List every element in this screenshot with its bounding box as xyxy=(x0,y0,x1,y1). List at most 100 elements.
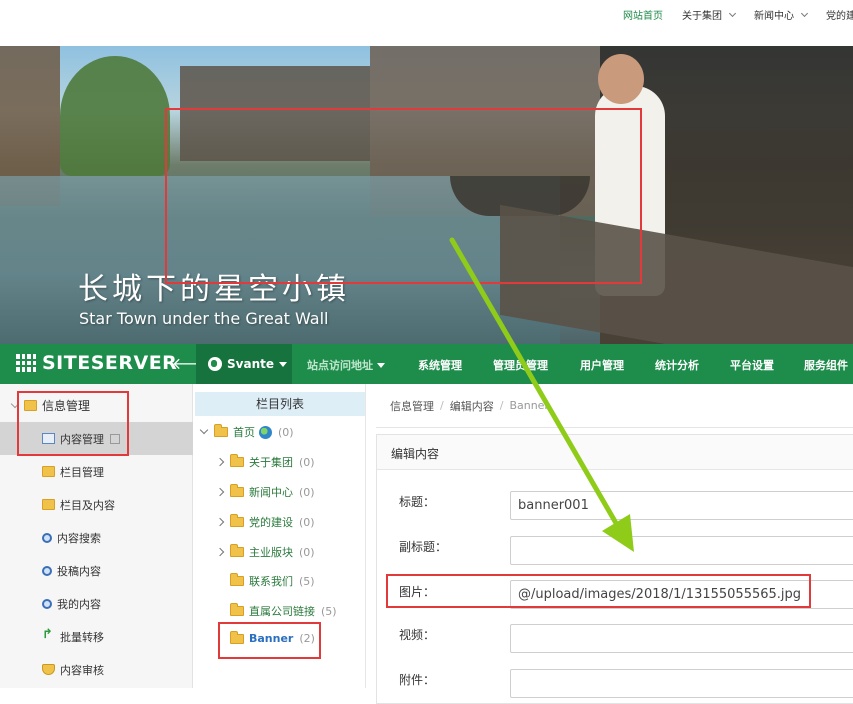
breadcrumb: 信息管理 / 编辑内容 / Banner xyxy=(376,384,853,428)
menu-stats[interactable]: 统计分析 xyxy=(655,357,699,373)
highlight-image-field xyxy=(386,574,811,608)
chevron-right-icon[interactable] xyxy=(215,547,225,557)
breadcrumb-separator: / xyxy=(499,399,504,412)
menu-plugins[interactable]: 服务组件 xyxy=(804,357,848,373)
subtitle-input[interactable] xyxy=(510,536,853,565)
highlight-banner-area xyxy=(165,108,642,284)
sidebar-item-label: 批量转移 xyxy=(60,630,104,644)
tree-header: 栏目列表 xyxy=(195,392,365,416)
tree-item-count: (5) xyxy=(299,574,315,588)
site-switcher[interactable]: Svante xyxy=(196,344,292,384)
site-navigation: 网站首页 关于集团 新闻中心 党的建 xyxy=(0,0,853,46)
site-name: Svante xyxy=(227,357,274,371)
folder-icon xyxy=(230,514,244,527)
breadcrumb-item[interactable]: 信息管理 xyxy=(390,398,434,414)
tree-item-label: 联系我们 xyxy=(249,575,293,588)
sidebar-item-search[interactable]: 内容搜索 xyxy=(0,521,193,554)
folder-icon xyxy=(42,499,55,510)
menu-label: 服务组件 xyxy=(804,359,848,372)
grid-icon xyxy=(16,354,36,372)
field-label-title: 标题： xyxy=(399,495,436,509)
video-input[interactable] xyxy=(510,624,853,653)
card-title: 编辑内容 xyxy=(377,435,853,470)
chevron-down-icon[interactable] xyxy=(199,425,209,435)
menu-admins[interactable]: 管理员管理 xyxy=(493,357,548,373)
menu-label: 管理员管理 xyxy=(493,359,548,372)
folder-icon xyxy=(42,466,55,477)
menu-system[interactable]: 系统管理 xyxy=(418,357,462,373)
search-icon xyxy=(42,565,52,576)
tree-item-count: (5) xyxy=(321,604,337,618)
tree-item-label: 党的建设 xyxy=(249,516,293,529)
sidebar-item-channels[interactable]: 栏目管理 xyxy=(0,455,193,488)
nav-item-party[interactable]: 党的建 xyxy=(826,7,853,22)
tree-item-count: (0) xyxy=(299,485,315,499)
breadcrumb-current: Banner xyxy=(509,399,549,412)
menu-site-url[interactable]: 站点访问地址 xyxy=(307,357,385,373)
tree-item[interactable]: 党的建设 (0) xyxy=(215,514,315,530)
folder-icon xyxy=(230,573,244,586)
shield-icon xyxy=(42,664,55,675)
folder-icon xyxy=(230,544,244,557)
chevron-down-icon xyxy=(800,9,809,17)
search-icon xyxy=(42,598,52,609)
sidebar-item-label: 我的内容 xyxy=(57,597,101,611)
nav-item-about[interactable]: 关于集团 xyxy=(682,7,737,22)
admin-top-bar: SITESERVER 🡐 Svante 站点访问地址 系统管理 管理员管理 用户… xyxy=(0,344,853,384)
tree-root[interactable]: 首页 (0) xyxy=(199,424,294,440)
tree-item[interactable]: 直属公司链接 (5) xyxy=(230,603,337,619)
highlight-content-menu xyxy=(17,391,129,456)
brand-name: SITESERVER xyxy=(42,352,178,374)
nav-item-home[interactable]: 网站首页 xyxy=(623,7,663,22)
tree-item[interactable]: 主业版块 (0) xyxy=(215,544,315,560)
chevron-right-icon[interactable] xyxy=(215,517,225,527)
tree-item-count: (0) xyxy=(278,425,294,439)
sidebar-item-label: 栏目及内容 xyxy=(60,498,115,512)
caret-down-icon xyxy=(377,362,385,368)
folder-icon xyxy=(230,484,244,497)
chevron-right-icon[interactable] xyxy=(215,457,225,467)
sidebar-item-label: 栏目管理 xyxy=(60,465,104,479)
menu-label: 用户管理 xyxy=(580,359,624,372)
sidebar-item-my-content[interactable]: 我的内容 xyxy=(0,587,193,620)
title-input[interactable]: banner001 xyxy=(510,491,853,520)
nav-item-label: 新闻中心 xyxy=(754,11,794,22)
field-label-video: 视频： xyxy=(399,628,436,642)
sidebar-item-channels-content[interactable]: 栏目及内容 xyxy=(0,488,193,521)
breadcrumb-separator: / xyxy=(440,399,444,412)
menu-platform[interactable]: 平台设置 xyxy=(730,357,774,373)
willow-tree xyxy=(60,56,170,176)
sidebar-item-label: 内容搜索 xyxy=(57,531,101,545)
breadcrumb-item[interactable]: 编辑内容 xyxy=(450,398,494,414)
field-label-attachment: 附件： xyxy=(399,673,436,687)
globe-icon xyxy=(259,425,272,439)
sidebar-item-submissions[interactable]: 投稿内容 xyxy=(0,554,193,587)
tree-item[interactable]: 关于集团 (0) xyxy=(215,454,315,470)
nav-item-label: 网站首页 xyxy=(623,11,663,22)
menu-users[interactable]: 用户管理 xyxy=(580,357,624,373)
siteserver-logo[interactable]: SITESERVER xyxy=(16,352,177,374)
woman-head xyxy=(598,54,644,104)
nav-item-label: 关于集团 xyxy=(682,11,722,22)
menu-label: 平台设置 xyxy=(730,359,774,372)
tree-item-label: 首页 xyxy=(233,426,255,439)
tree-item-label: 关于集团 xyxy=(249,456,293,469)
tree-item-count: (0) xyxy=(299,545,315,559)
tree-item-label: 直属公司链接 xyxy=(249,605,315,618)
sidebar-item-transfer[interactable]: 批量转移 xyxy=(0,620,193,653)
sidebar-item-review[interactable]: 内容审核 xyxy=(0,653,193,686)
highlight-banner-channel xyxy=(218,622,321,659)
globe-icon xyxy=(208,357,222,371)
menu-label: 站点访问地址 xyxy=(307,359,373,372)
nav-item-news[interactable]: 新闻中心 xyxy=(754,7,809,22)
chevron-right-icon[interactable] xyxy=(215,487,225,497)
attachment-input[interactable] xyxy=(510,669,853,698)
chevron-down-icon xyxy=(728,9,737,17)
transfer-icon xyxy=(42,627,55,642)
banner-subtitle: Star Town under the Great Wall xyxy=(79,309,329,328)
tree-item-label: 主业版块 xyxy=(249,546,293,559)
folder-icon xyxy=(230,603,244,616)
tree-item[interactable]: 联系我们 (5) xyxy=(230,573,315,589)
menu-label: 统计分析 xyxy=(655,359,699,372)
tree-item[interactable]: 新闻中心 (0) xyxy=(215,484,315,500)
